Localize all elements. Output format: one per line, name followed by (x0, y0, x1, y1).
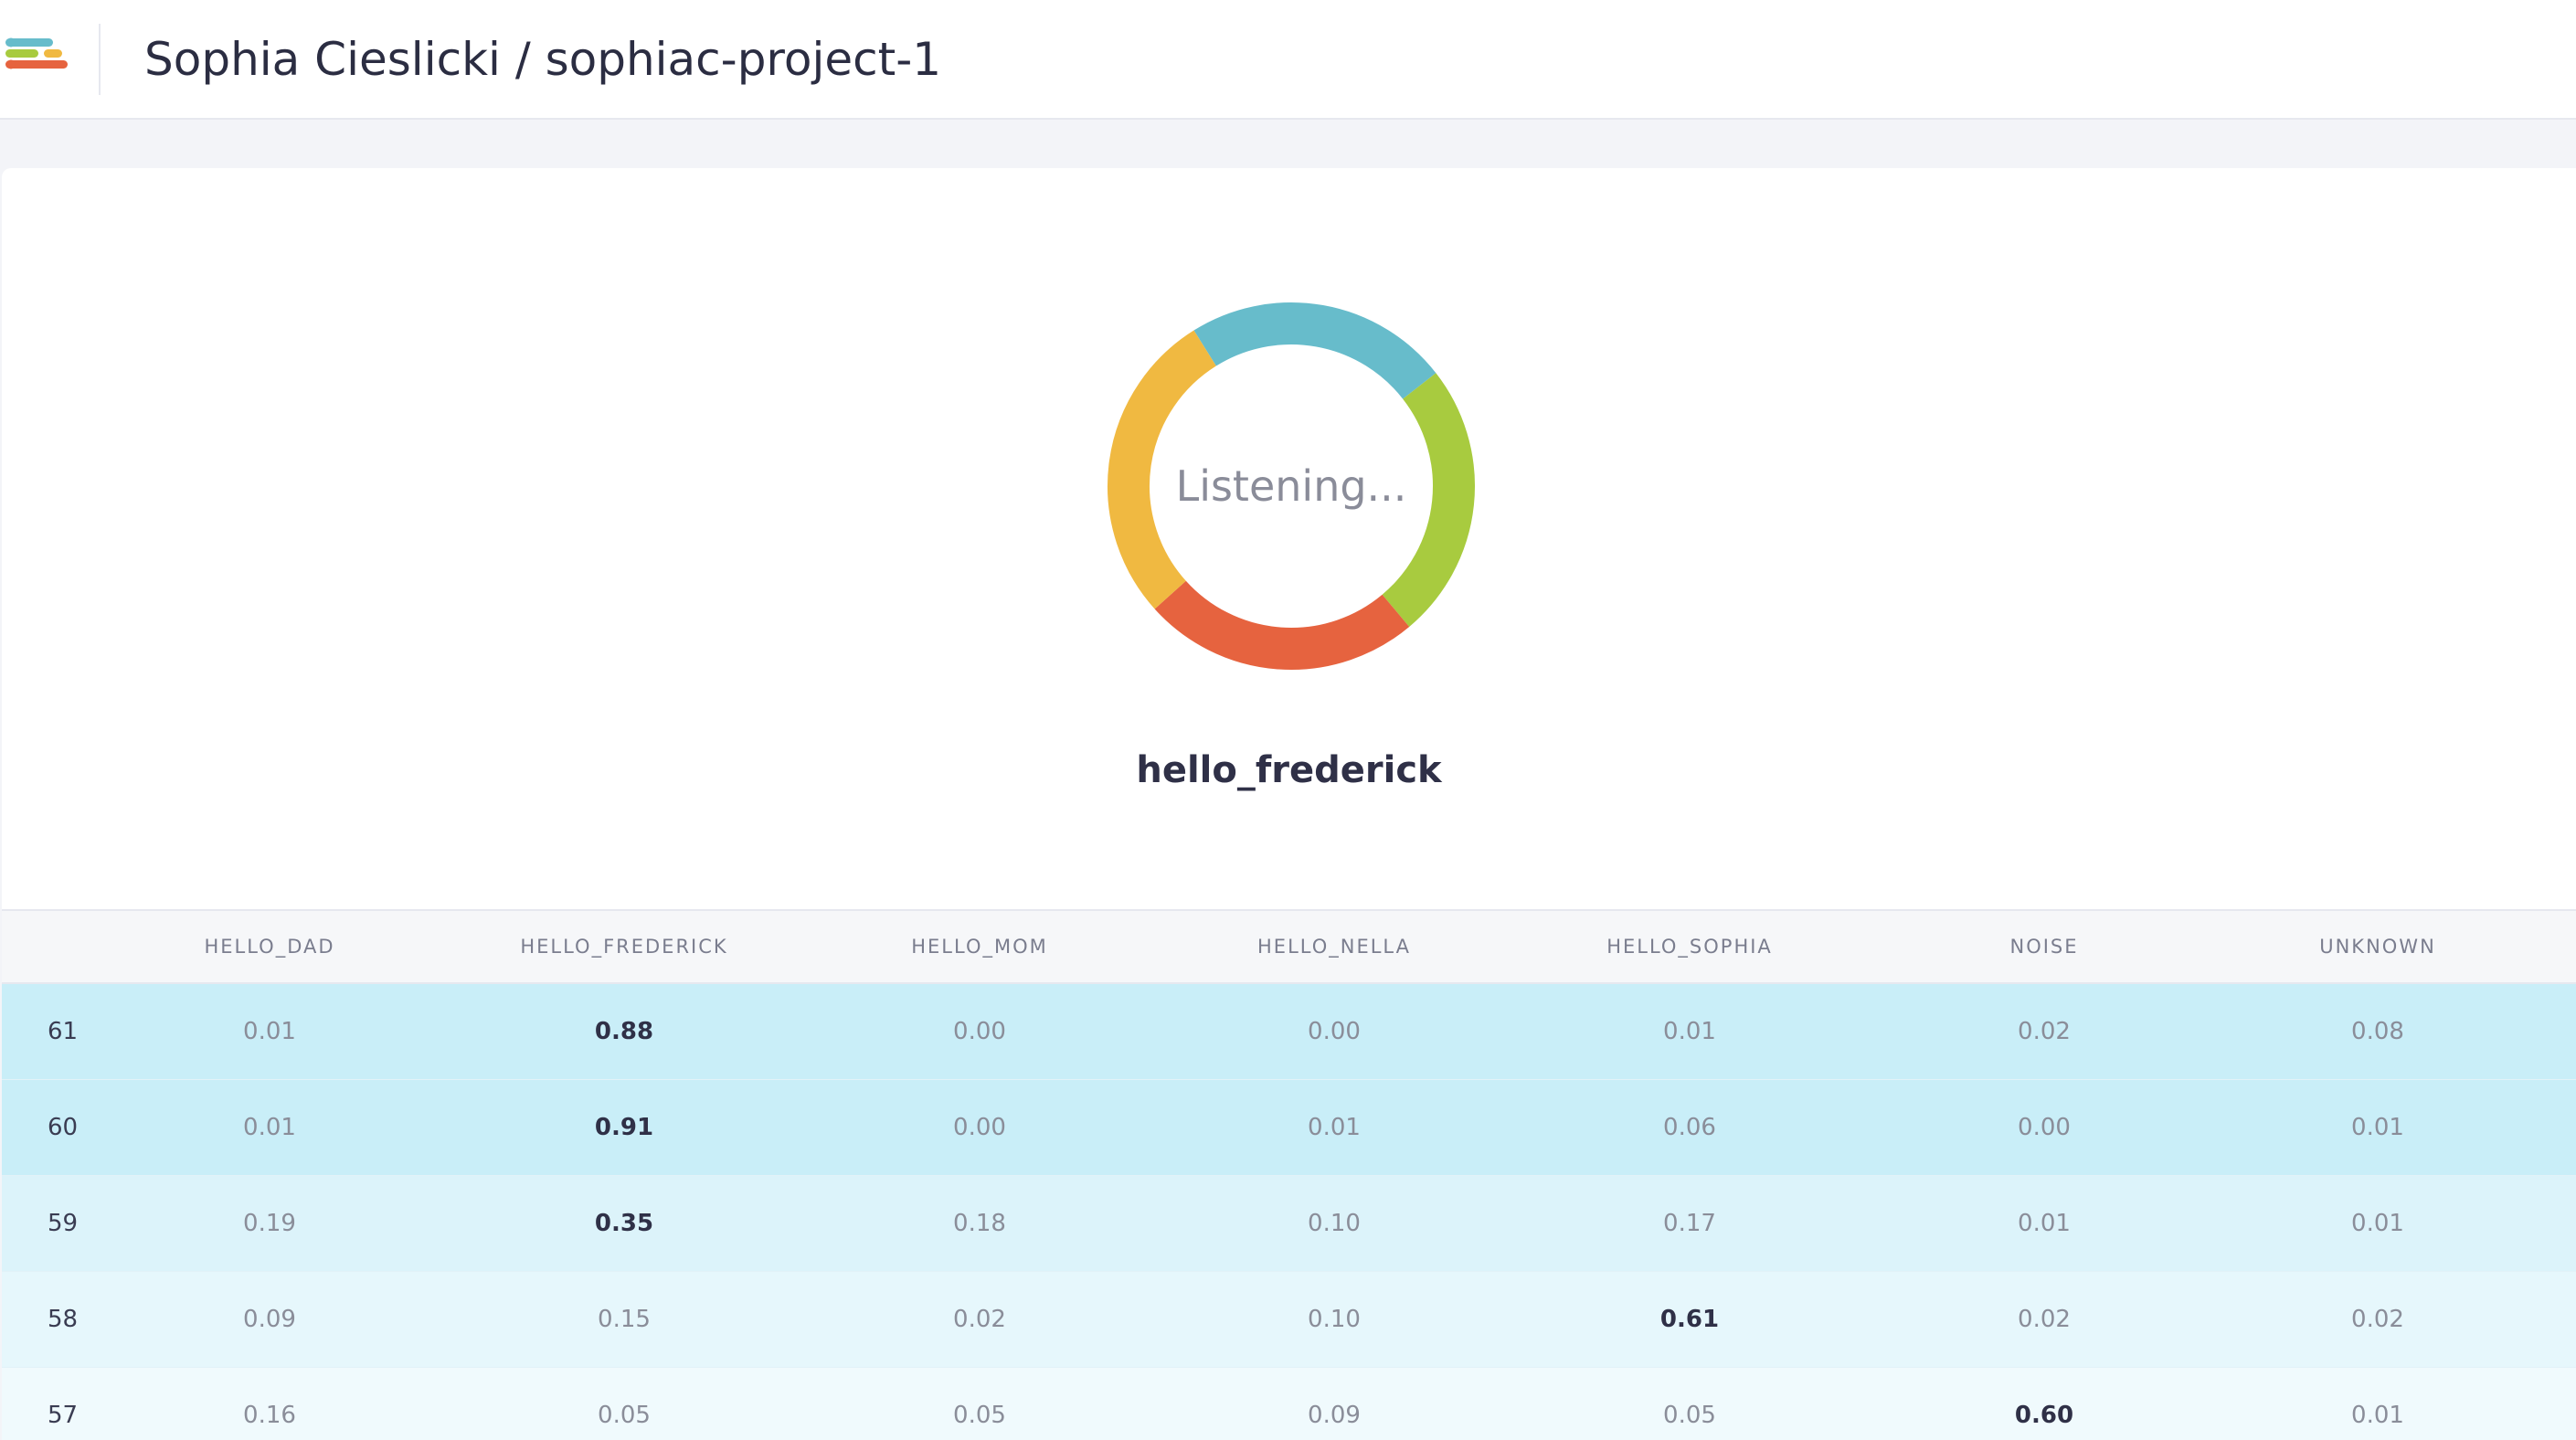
table-cell: 0.18 (953, 1210, 1006, 1237)
table-cell: 0.08 (2351, 1018, 2404, 1045)
breadcrumb-separator: / (500, 33, 546, 86)
table-cell: 0.09 (1308, 1402, 1361, 1429)
header-divider (99, 24, 101, 95)
table-cell: 0.01 (2351, 1402, 2404, 1429)
results-table-body: 61 0.01 0.88 0.00 0.00 0.01 0.02 0.08 60 0.01 0.91… (2, 984, 2576, 1440)
table-row[interactable]: 61 0.01 0.88 0.00 0.00 0.01 0.02 0.08 (2, 984, 2576, 1080)
row-index: 60 (48, 1114, 79, 1141)
table-cell: 0.35 (594, 1210, 654, 1237)
column-header-hello-dad: HELLO_DAD (204, 936, 335, 958)
table-cell: 0.01 (1308, 1114, 1361, 1141)
row-index: 58 (48, 1306, 79, 1333)
table-cell: 0.17 (1663, 1210, 1716, 1237)
listening-status: Listening... (1175, 461, 1407, 511)
column-header-unknown: UNKNOWN (2319, 936, 2436, 958)
table-cell: 0.05 (1663, 1402, 1716, 1429)
table-cell: 0.00 (953, 1018, 1006, 1045)
table-cell: 0.02 (953, 1306, 1006, 1333)
table-cell: 0.09 (243, 1306, 296, 1333)
table-cell: 0.15 (598, 1306, 651, 1333)
table-cell: 0.00 (1308, 1018, 1361, 1045)
column-header-hello-sophia: HELLO_SOPHIA (1606, 936, 1773, 958)
table-cell: 0.02 (2351, 1306, 2404, 1333)
table-cell: 0.01 (2351, 1114, 2404, 1141)
table-cell: 0.60 (2014, 1402, 2074, 1429)
table-cell: 0.16 (243, 1402, 296, 1429)
logo-icon[interactable] (4, 35, 69, 86)
table-cell: 0.91 (594, 1114, 654, 1141)
table-cell: 0.00 (2018, 1114, 2071, 1141)
breadcrumb-owner[interactable]: Sophia Cieslicki (144, 33, 501, 86)
table-row[interactable]: 60 0.01 0.91 0.00 0.01 0.06 0.00 0.01 (2, 1080, 2576, 1176)
column-header-hello-mom: HELLO_MOM (911, 936, 1048, 958)
table-row[interactable]: 59 0.19 0.35 0.18 0.10 0.17 0.01 0.01 (2, 1176, 2576, 1272)
breadcrumb: Sophia Cieslicki / sophiac-project-1 (144, 27, 941, 91)
top-bar: Sophia Cieslicki / sophiac-project-1 (0, 0, 2576, 120)
column-header-noise: NOISE (2009, 936, 2079, 958)
table-cell: 0.06 (1663, 1114, 1716, 1141)
prediction-label: hello_frederick (1136, 749, 1442, 791)
table-cell: 0.05 (953, 1402, 1006, 1429)
table-cell: 0.10 (1308, 1210, 1361, 1237)
table-cell: 0.02 (2018, 1306, 2071, 1333)
table-cell: 0.88 (594, 1018, 654, 1045)
table-cell: 0.01 (2018, 1210, 2071, 1237)
table-cell: 0.05 (598, 1402, 651, 1429)
live-classification-card: Listening... hello_frederick HELLO_DAD HE… (2, 168, 2576, 1440)
table-cell: 0.01 (243, 1114, 296, 1141)
table-cell: 0.02 (2018, 1018, 2071, 1045)
row-index: 61 (48, 1018, 79, 1045)
row-index: 59 (48, 1210, 79, 1237)
table-cell: 0.01 (1663, 1018, 1716, 1045)
breadcrumb-project[interactable]: sophiac-project-1 (546, 33, 942, 86)
table-cell: 0.01 (243, 1018, 296, 1045)
table-cell: 0.01 (2351, 1210, 2404, 1237)
listening-ring: Listening... (1104, 299, 1479, 673)
column-header-hello-frederick: HELLO_FREDERICK (520, 936, 728, 958)
table-cell: 0.61 (1659, 1306, 1720, 1333)
table-cell: 0.10 (1308, 1306, 1361, 1333)
table-cell: 0.00 (953, 1114, 1006, 1141)
results-table-header: HELLO_DAD HELLO_FREDERICK HELLO_MOM HELLO_N… (2, 909, 2576, 984)
table-row[interactable]: 57 0.16 0.05 0.05 0.09 0.05 0.60 0.01 (2, 1368, 2576, 1440)
column-header-hello-nella: HELLO_NELLA (1257, 936, 1411, 958)
row-index: 57 (48, 1402, 79, 1429)
table-row[interactable]: 58 0.09 0.15 0.02 0.10 0.61 0.02 0.02 (2, 1272, 2576, 1368)
results-table: HELLO_DAD HELLO_FREDERICK HELLO_MOM HELLO_N… (2, 909, 2576, 1440)
table-cell: 0.19 (243, 1210, 296, 1237)
